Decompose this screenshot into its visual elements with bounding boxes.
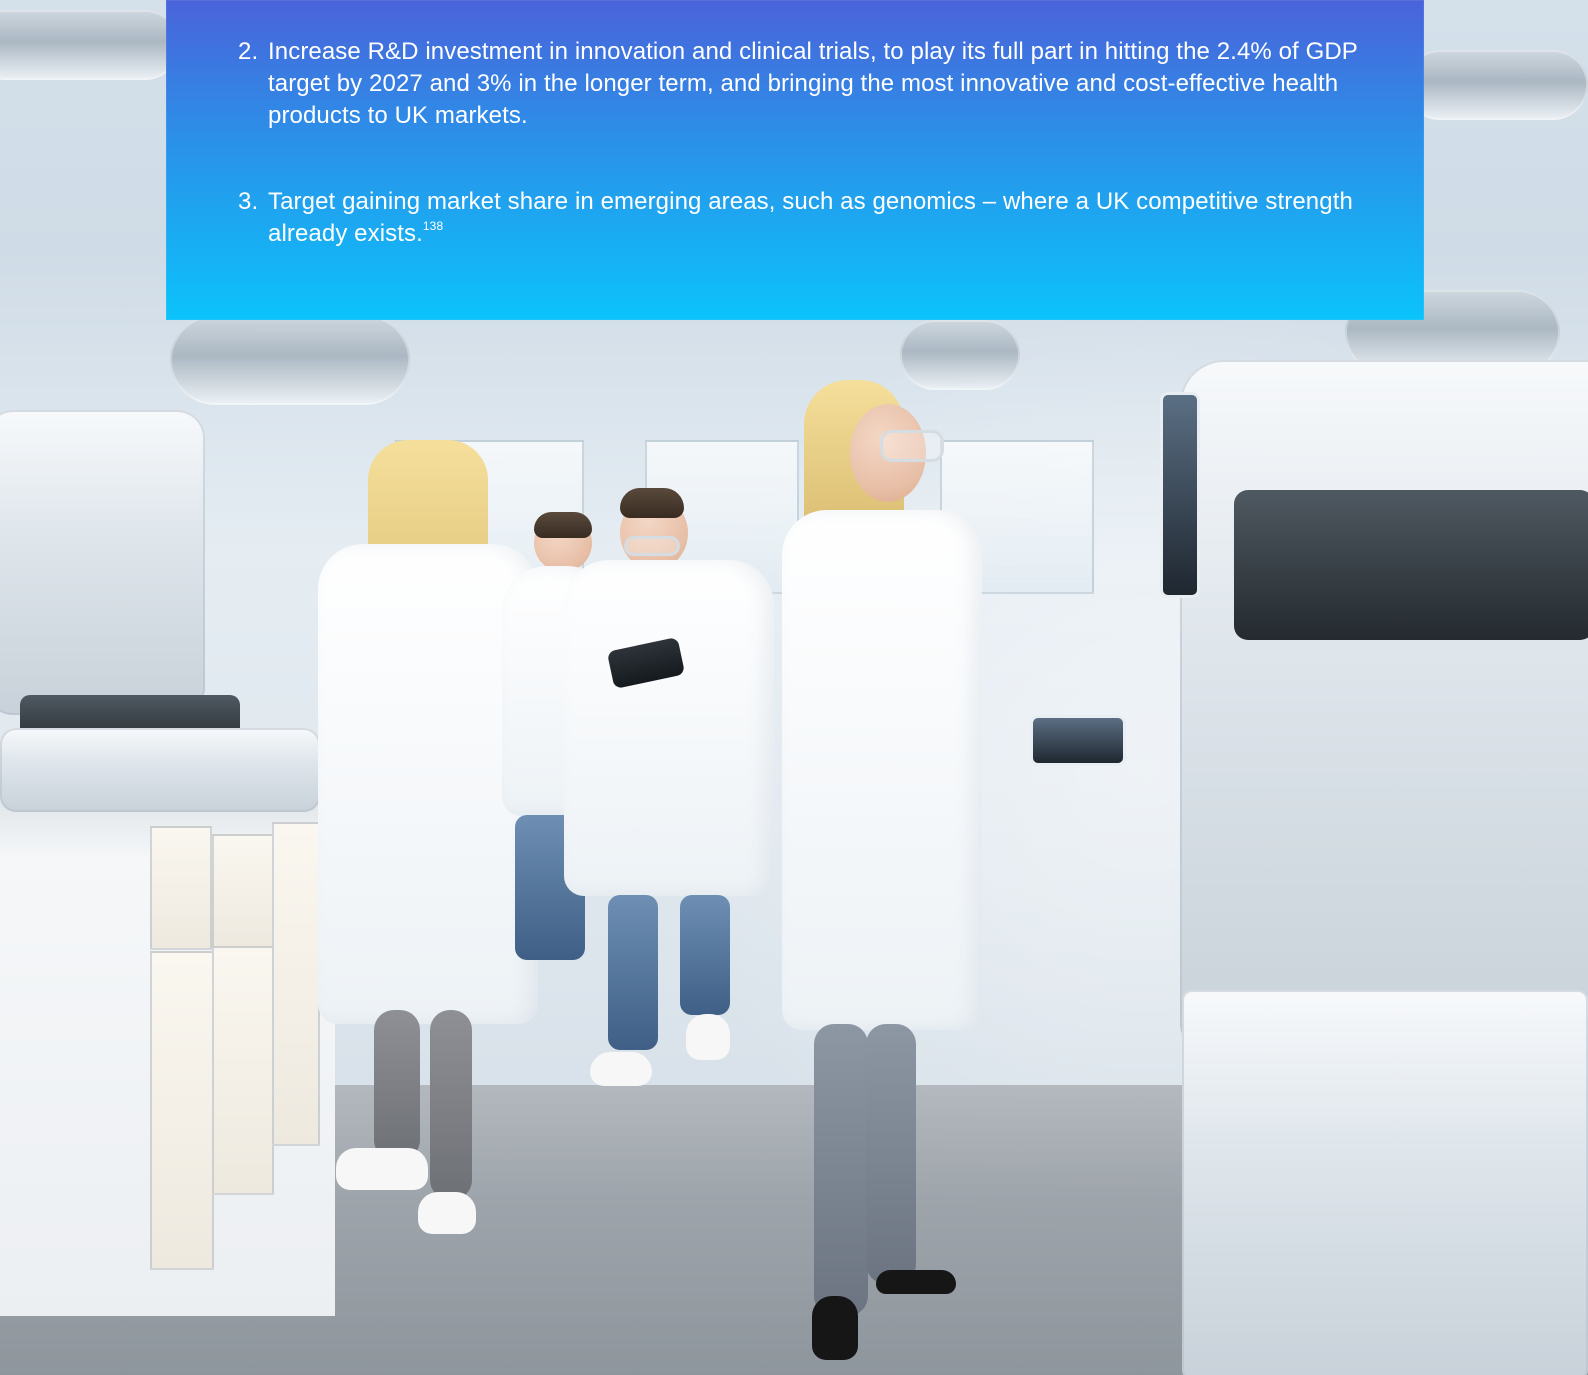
man-tablet-lab-coat (564, 560, 774, 896)
list-item-number: 2. (238, 38, 259, 65)
ceiling-duct-left-lower (170, 315, 410, 405)
left-cabinet-door-5 (272, 822, 320, 1146)
left-counter (0, 778, 335, 1316)
left-cabinet-door-3 (212, 834, 274, 948)
man-tablet-hair (620, 488, 684, 518)
blue-text-panel: 2. Increase R&D investment in innovation… (166, 0, 1424, 320)
list-item-text: Target gaining market share in emerging … (268, 188, 1353, 247)
woman-right-shoe-left (812, 1296, 858, 1360)
ceiling-duct-left (0, 10, 180, 80)
left-bench-device (0, 728, 320, 812)
right-analyzer-window (1234, 490, 1588, 640)
right-analyzer-base (1182, 990, 1588, 1375)
left-lab-machine (0, 410, 205, 715)
man-background-hair (534, 512, 592, 538)
man-tablet-shoe-right (686, 1014, 730, 1060)
woman-right-leg-left (814, 1024, 868, 1316)
left-cabinet-door-1 (150, 826, 212, 950)
woman-right-shoe-right (876, 1270, 956, 1294)
man-tablet-shoe-left (590, 1052, 652, 1086)
woman-right-leg-right (866, 1024, 916, 1284)
woman-right-lab-coat (782, 510, 982, 1030)
list-item-2: 2. Increase R&D investment in innovation… (238, 36, 1358, 132)
list-item-number: 3. (238, 188, 259, 215)
man-tablet-pants-left (608, 895, 658, 1050)
ceiling-duct-center (900, 320, 1020, 390)
list-item-text-wrapper: Target gaining market share in emerging … (268, 186, 1358, 250)
document-page: 2. Increase R&D investment in innovation… (0, 0, 1588, 1375)
footnote-reference: 138 (422, 219, 444, 233)
list-item-text: Increase R&D investment in innovation an… (268, 38, 1358, 129)
woman-left-leg-left (374, 1010, 420, 1160)
keyboard-terminal (1030, 715, 1126, 766)
left-cabinet-door-2 (150, 951, 214, 1270)
ceiling-duct-right-top (1405, 50, 1588, 120)
list-item-3: 3. Target gaining market share in emergi… (238, 186, 1358, 250)
man-tablet-glasses (624, 536, 680, 556)
woman-left-shoe-left (336, 1148, 428, 1190)
man-tablet-pants-right (680, 895, 730, 1015)
woman-left-shoe-right (418, 1192, 476, 1234)
lab-monitor (1160, 392, 1200, 598)
left-cabinet-door-4 (212, 946, 274, 1195)
right-analyzer-machine (1180, 360, 1588, 1050)
woman-right-safety-glasses (880, 430, 944, 462)
woman-left-leg-right (430, 1010, 472, 1200)
recommendation-list: 2. Increase R&D investment in innovation… (238, 36, 1358, 250)
